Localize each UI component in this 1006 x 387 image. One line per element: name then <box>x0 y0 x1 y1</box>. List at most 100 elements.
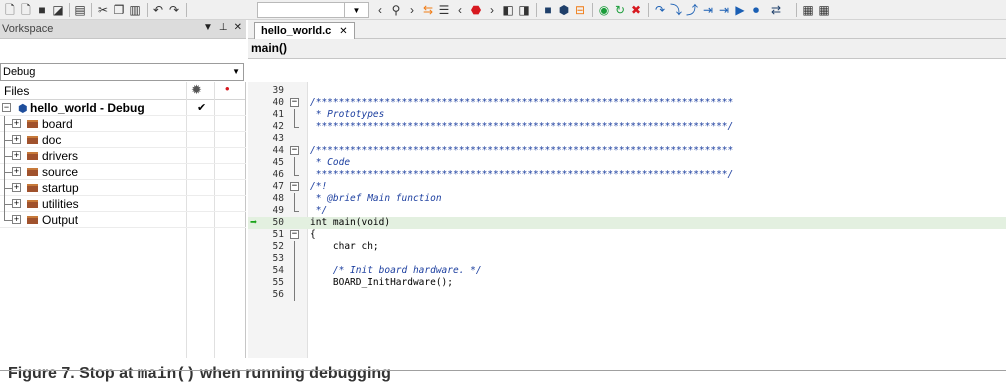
search-dropdown-arrow[interactable]: ▼ <box>345 2 369 18</box>
caption-code: main() <box>137 365 196 383</box>
break-icon[interactable]: ⏺ <box>748 2 764 18</box>
code-line[interactable]: 54 /* Init board hardware. */ <box>248 265 1006 277</box>
run-to-cursor-icon[interactable]: ⇥ <box>716 2 732 18</box>
folder-icon <box>27 136 38 144</box>
debug-download-icon[interactable]: ⬢ <box>556 2 572 18</box>
expand-icon[interactable]: + <box>12 135 21 144</box>
save-all-icon[interactable]: ◪ <box>50 2 66 18</box>
redo-icon[interactable]: ↷ <box>166 2 182 18</box>
bookmark-icon[interactable]: ⬣ <box>468 2 484 18</box>
function-bar[interactable]: main() <box>248 39 1006 59</box>
code-line[interactable]: 53 <box>248 253 1006 265</box>
stop-build-icon[interactable]: ✖ <box>628 2 644 18</box>
code-line[interactable]: 46 *************************************… <box>248 169 1006 181</box>
code-line[interactable]: 55 BOARD_InitHardware(); <box>248 277 1006 289</box>
step-over-icon[interactable]: ↷ <box>652 2 668 18</box>
tree-label: drivers <box>42 149 79 163</box>
current-line[interactable]: ➡ 50 int main(void) <box>248 216 1006 229</box>
code-line[interactable]: 56 <box>248 289 1006 301</box>
toggle-bookmark-icon[interactable]: ⇆ <box>420 2 436 18</box>
tree-folder[interactable]: + doc <box>0 132 246 148</box>
close-tab-icon[interactable]: ✕ <box>339 26 347 37</box>
reset-icon[interactable]: ↻ <box>612 2 628 18</box>
gear-icon[interactable]: ✹ <box>191 82 202 98</box>
fold-icon[interactable]: − <box>290 182 299 191</box>
code-line[interactable]: 47− /*! <box>248 181 1006 193</box>
prev-icon[interactable]: ‹ <box>372 2 388 18</box>
code-line[interactable]: 45 * Code <box>248 157 1006 169</box>
step-into-icon[interactable]: ⤵ <box>668 2 684 18</box>
pin-icon[interactable]: ⊥ <box>219 22 228 33</box>
search-input[interactable] <box>257 2 345 18</box>
line-number: 48 <box>272 193 284 204</box>
list-icon[interactable]: ☰ <box>436 2 452 18</box>
tree-folder[interactable]: + drivers <box>0 148 246 164</box>
expand-icon[interactable]: + <box>12 199 21 208</box>
step-forward-icon[interactable]: ◨ <box>516 2 532 18</box>
fold-icon[interactable]: − <box>290 146 299 155</box>
tree-project[interactable]: − ⬢ hello_world - Debug ✔ <box>0 100 246 116</box>
fold-icon[interactable]: − <box>290 98 299 107</box>
code-editor[interactable]: 39 40−/**********************************… <box>248 82 1006 370</box>
expand-icon[interactable]: + <box>12 183 21 192</box>
files-panel: Files ✹ • − ⬢ hello_world - Debug ✔ + board + d… <box>0 81 246 387</box>
tab-hello-world[interactable]: hello_world.c ✕ <box>254 22 355 39</box>
layout-icon[interactable]: ⊟ <box>572 2 588 18</box>
windows-icon[interactable]: ▦ <box>800 2 816 18</box>
cut-icon[interactable]: ✂ <box>95 2 111 18</box>
next-statement-icon[interactable]: ⇥ <box>700 2 716 18</box>
prev-bookmark-icon[interactable]: ‹ <box>452 2 468 18</box>
tree-folder[interactable]: + board <box>0 116 246 132</box>
collapse-icon[interactable]: − <box>2 103 11 112</box>
tree-folder[interactable]: + startup <box>0 180 246 196</box>
line-number: 47 <box>272 181 284 192</box>
code-line[interactable]: 40− /************************************… <box>248 97 1006 109</box>
caption-prefix: Figure 7. Stop at <box>8 365 138 382</box>
windows-arrange-icon[interactable]: ▦ <box>816 2 832 18</box>
status-dot-icon: • <box>225 81 230 96</box>
configuration-dropdown[interactable]: Debug ▼ <box>0 63 244 81</box>
debug-menu-icon[interactable]: ⇄ <box>768 2 784 18</box>
new-file-icon[interactable]: 🗋 <box>2 2 18 18</box>
code-line[interactable]: 41 * Prototypes <box>248 109 1006 121</box>
step-out-icon[interactable]: ⤴ <box>684 2 700 18</box>
next-bookmark-icon[interactable]: › <box>484 2 500 18</box>
expand-icon[interactable]: + <box>12 215 21 224</box>
code-text: * Code <box>310 157 351 168</box>
code-line[interactable]: 48 * @brief Main function <box>248 193 1006 205</box>
line-number: 46 <box>272 169 284 180</box>
step-back-icon[interactable]: ◧ <box>500 2 516 18</box>
code-line[interactable]: 44− /************************************… <box>248 145 1006 157</box>
main-toolbar: 🗋 🗋 ■ ◪ ▤ ✂ ❐ ▥ ↶ ↷ ▼ ‹ ⚲ › ⇆ ☰ ‹ ⬣ › ◧ … <box>0 0 1006 20</box>
go-icon[interactable]: ▶ <box>732 2 748 18</box>
paste-icon[interactable]: ▥ <box>127 2 143 18</box>
close-icon[interactable]: ✕ <box>234 22 242 33</box>
code-line[interactable]: 42 *************************************… <box>248 121 1006 133</box>
expand-icon[interactable]: + <box>12 167 21 176</box>
new-project-icon[interactable]: 🗋 <box>18 2 34 18</box>
make-icon[interactable]: ◉ <box>596 2 612 18</box>
undo-icon[interactable]: ↶ <box>150 2 166 18</box>
tree-folder[interactable]: + source <box>0 164 246 180</box>
code-line[interactable]: 43 <box>248 133 1006 145</box>
code-line[interactable]: 51− { <box>248 229 1006 241</box>
workspace-header: Vorkspace ▼ ⊥ ✕ <box>0 20 246 39</box>
line-number: 41 <box>272 109 284 120</box>
fold-icon[interactable]: − <box>290 230 299 239</box>
files-label: Files <box>4 84 30 98</box>
compile-icon[interactable]: ■ <box>540 2 556 18</box>
code-line[interactable]: 52 char ch; <box>248 241 1006 253</box>
code-line[interactable]: 39 <box>248 85 1006 97</box>
save-icon[interactable]: ■ <box>34 2 50 18</box>
copy-icon[interactable]: ❐ <box>111 2 127 18</box>
find-icon[interactable]: ⚲ <box>388 2 404 18</box>
expand-icon[interactable]: + <box>12 119 21 128</box>
tree-folder[interactable]: + Output <box>0 212 246 228</box>
expand-icon[interactable]: + <box>12 151 21 160</box>
print-icon[interactable]: ▤ <box>72 2 88 18</box>
pane-menu-icon[interactable]: ▼ <box>203 22 213 33</box>
code-text: /***************************************… <box>310 97 734 108</box>
next-icon[interactable]: › <box>404 2 420 18</box>
tree-folder[interactable]: + utilities <box>0 196 246 212</box>
code-line[interactable]: 49 */ <box>248 205 1006 217</box>
